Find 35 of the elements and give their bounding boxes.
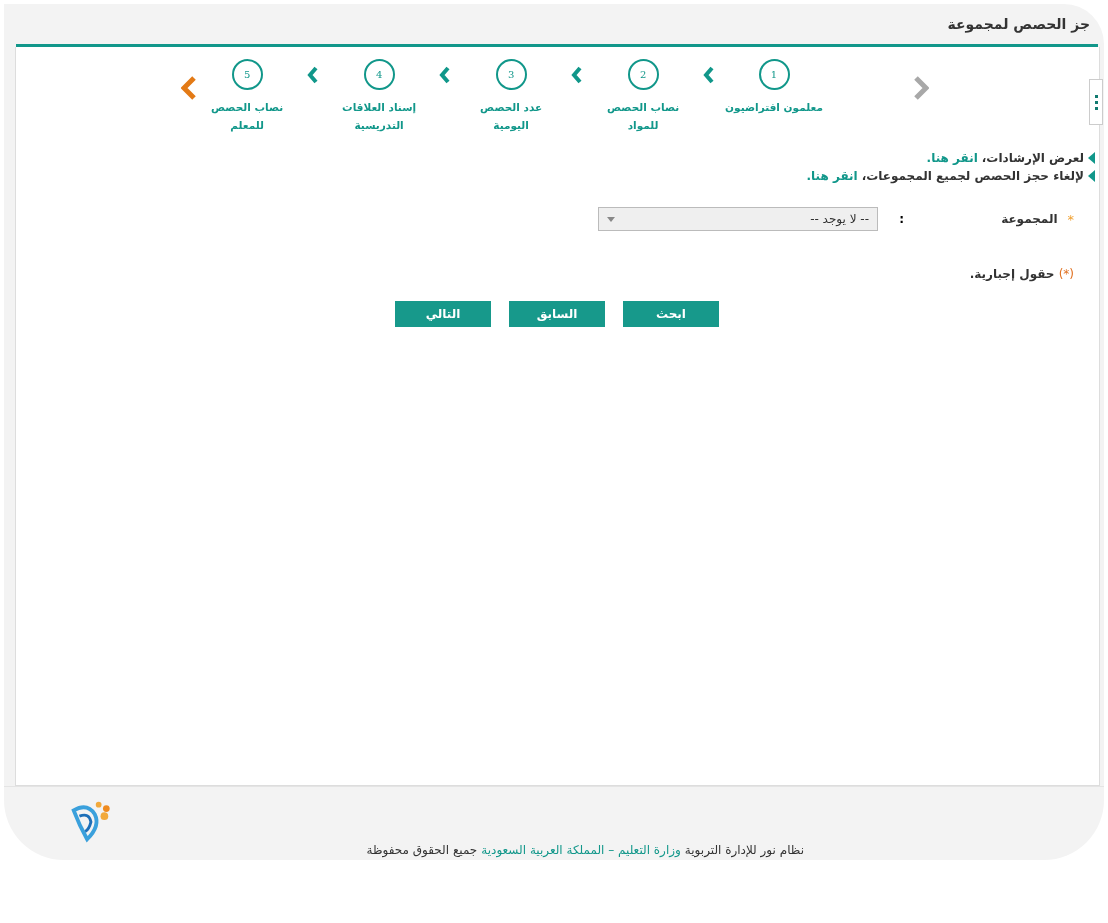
instruction-text: لعرض الإرشادات،: [981, 150, 1084, 167]
step-number[interactable]: 1: [758, 59, 790, 90]
chevron-left-icon[interactable]: [181, 75, 197, 101]
step-number[interactable]: 5: [231, 59, 263, 90]
footer-text: جميع الحقوق محفوظة: [366, 843, 478, 857]
step-number[interactable]: 3: [495, 59, 527, 90]
step-label[interactable]: عدد الحصص اليومية: [461, 98, 562, 134]
instruction-text: لإلغاء حجز الحصص لجميع المجموعات،: [861, 168, 1084, 185]
step-label[interactable]: نصاب الحصص للمعلم: [197, 98, 298, 134]
required-asterisk: *: [1067, 211, 1074, 227]
side-handle-icon[interactable]: [1089, 79, 1103, 125]
step-label[interactable]: إسناد العلاقات التدريسية: [329, 98, 430, 134]
click-here-link[interactable]: انقر هنا.: [806, 167, 858, 185]
field-label: المجموعة: [1001, 212, 1058, 226]
triangle-bullet-icon: [1088, 152, 1095, 164]
chevron-left-icon: [439, 66, 452, 84]
chevron-left-icon: [307, 66, 320, 84]
chevron-left-icon: [571, 66, 584, 84]
required-fields-note: (*) حقول إجبارية.: [968, 267, 1074, 281]
action-button[interactable]: ابحث: [623, 301, 719, 327]
step-number[interactable]: 2: [627, 59, 659, 90]
step-label[interactable]: نصاب الحصص للمواد: [593, 98, 694, 134]
step-label[interactable]: معلمون افتراضيون: [725, 98, 823, 116]
step-number[interactable]: 4: [363, 59, 395, 90]
page-title: جز الحصص لمجموعة: [947, 16, 1090, 32]
footer-text: نظام نور للإدارة التربوية: [684, 843, 804, 857]
footer-text: وزارة التعليم – المملكة العربية السعودية: [481, 843, 681, 857]
dropdown-arrow-icon: [607, 216, 615, 222]
group-dropdown[interactable]: -- لا يوجد --: [598, 207, 878, 231]
action-button[interactable]: السابق: [509, 301, 605, 327]
colon: :: [898, 212, 904, 226]
chevron-left-icon: [703, 66, 716, 84]
triangle-bullet-icon: [1088, 170, 1095, 182]
click-here-link[interactable]: انقر هنا.: [926, 149, 978, 167]
action-button[interactable]: التالي: [395, 301, 491, 327]
